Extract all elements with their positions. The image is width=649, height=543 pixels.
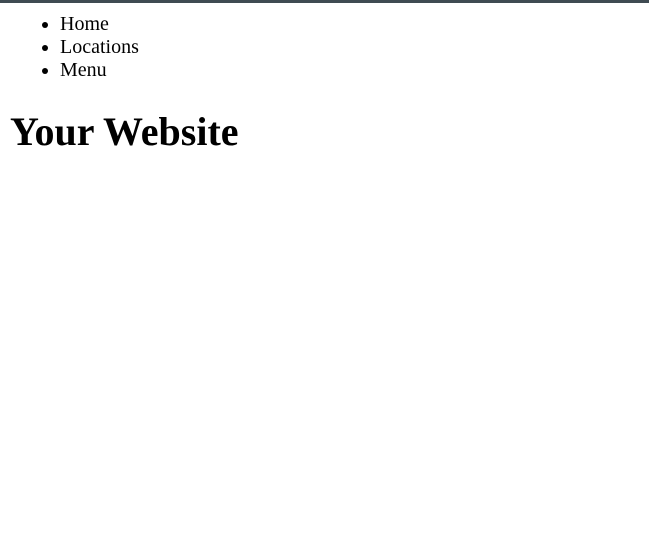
nav-item-home: Home	[60, 13, 139, 36]
nav-link-locations[interactable]: Locations	[60, 36, 139, 58]
top-border	[0, 0, 649, 3]
nav-link-home[interactable]: Home	[60, 13, 109, 35]
nav-link-menu[interactable]: Menu	[60, 59, 107, 81]
page-title: Your Website	[10, 109, 239, 154]
nav-item-menu: Menu	[60, 59, 139, 82]
nav-item-locations: Locations	[60, 36, 139, 59]
nav-list: Home Locations Menu	[0, 13, 139, 82]
